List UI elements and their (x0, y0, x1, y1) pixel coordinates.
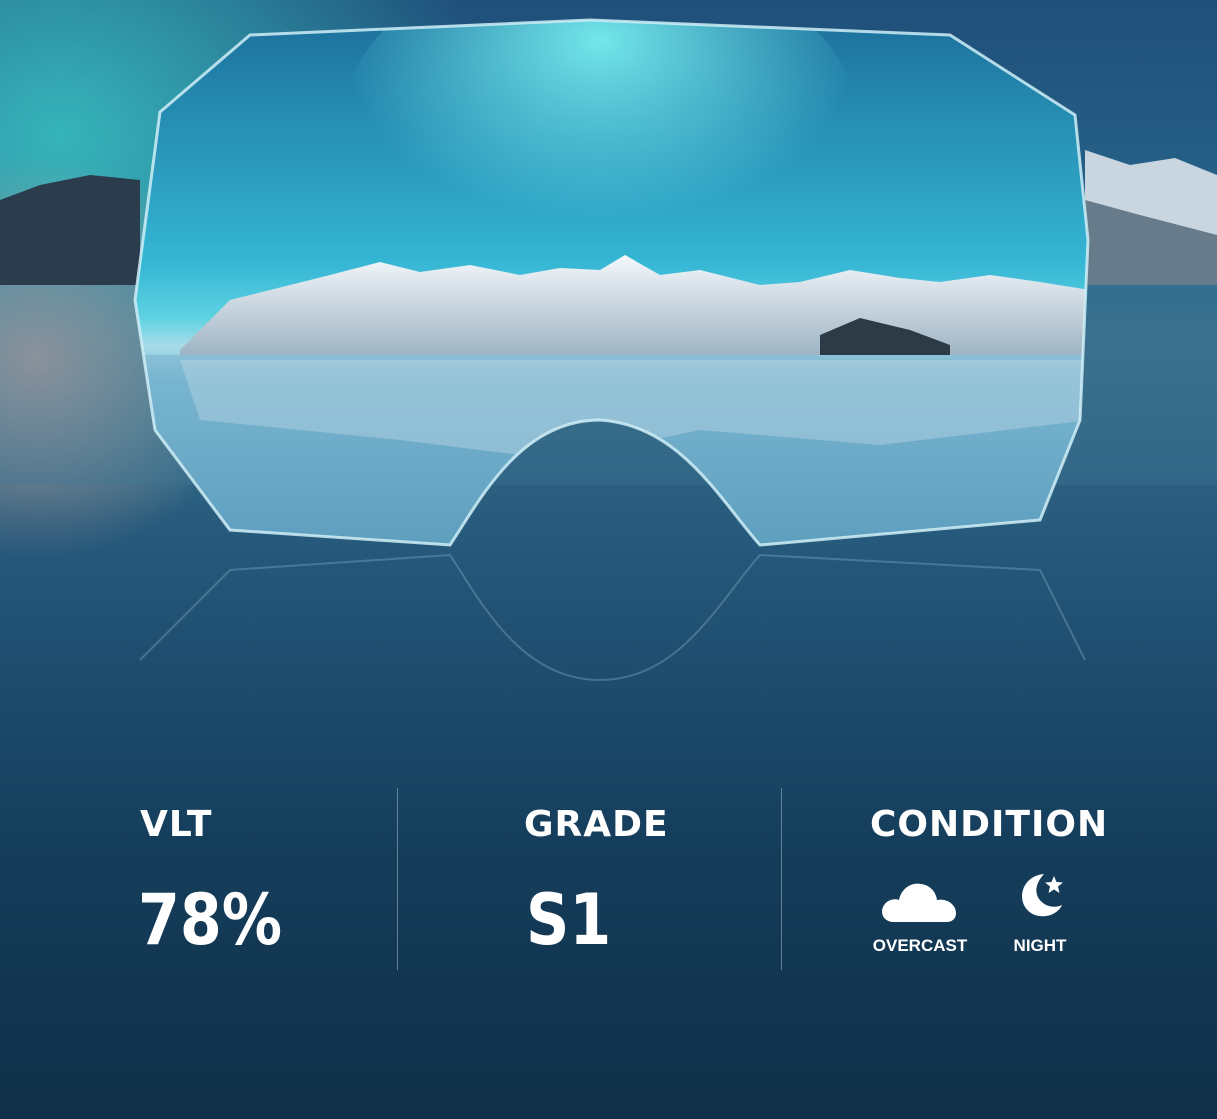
condition-label: CONDITION (870, 804, 1109, 845)
moon-star-icon (1022, 874, 1063, 917)
overcast-caption: OVERCAST (872, 936, 968, 955)
vlt-label: VLT (140, 804, 213, 845)
divider (397, 788, 398, 970)
night-caption: NIGHT (1013, 936, 1067, 955)
lens-specs: VLT 78% GRADE S1 CONDITION OVERCAST NIGH… (0, 760, 1217, 1020)
cloud-icon (882, 883, 956, 922)
vlt-value: 78% (138, 879, 283, 961)
grade-value: S1 (526, 879, 612, 961)
grade-label: GRADE (524, 804, 669, 845)
divider (781, 788, 782, 970)
